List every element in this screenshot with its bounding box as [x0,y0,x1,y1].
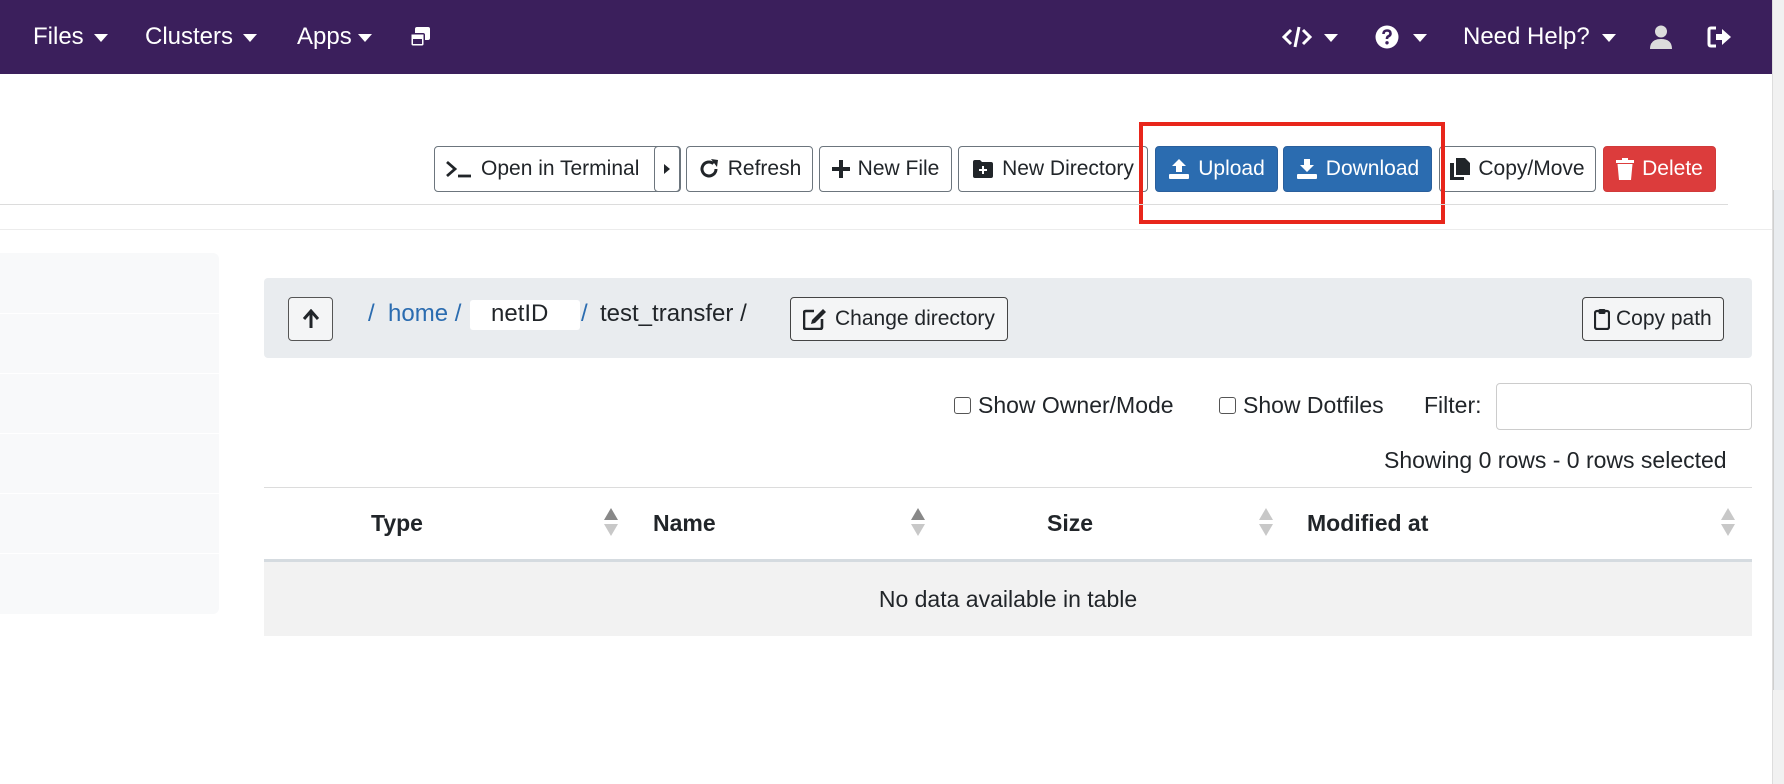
divider [0,204,1728,205]
breadcrumb-separator: / [581,300,588,327]
divider [0,433,219,434]
copy-icon [1450,158,1471,180]
delete-label: Delete [1642,157,1703,180]
new-directory-button[interactable]: New Directory [958,146,1148,192]
breadcrumb-home[interactable]: home / [388,300,461,328]
show-dotfiles-label: Show Dotfiles [1243,392,1384,418]
clipboard-icon [1594,309,1610,330]
caret-down-icon [357,34,372,42]
column-header-type[interactable]: Type [371,510,423,537]
terminal-dropdown-toggle[interactable] [654,146,680,192]
refresh-label: Refresh [727,157,802,180]
copy-path-label: Copy path [1616,307,1712,330]
open-in-terminal-label: Open in Terminal [481,157,640,180]
refresh-icon [700,159,718,178]
show-owner-mode-option[interactable]: Show Owner/Mode [954,392,1174,419]
scrollbar-band [1773,190,1784,690]
download-button[interactable]: Download [1283,146,1432,192]
sort-icon[interactable] [1259,508,1273,538]
trash-icon [1616,158,1635,180]
new-file-label: New File [857,157,940,180]
column-header-size[interactable]: Size [1047,510,1093,537]
nav-clusters-dropdown[interactable]: Clusters [145,0,258,74]
upload-icon [1169,159,1190,179]
plus-icon [831,160,850,178]
copy-path-button[interactable]: Copy path [1582,297,1724,341]
show-owner-mode-checkbox[interactable] [954,397,971,414]
delete-button[interactable]: Delete [1603,146,1716,192]
column-header-name[interactable]: Name [653,510,716,537]
caret-down-icon [93,34,108,42]
nav-files-dropdown[interactable]: Files [33,0,108,74]
divider [0,229,1772,230]
caret-down-icon [1324,34,1338,42]
column-header-modified[interactable]: Modified at [1307,510,1428,537]
filter-input[interactable] [1496,383,1752,430]
arrow-up-icon [302,309,319,328]
divider [0,373,219,374]
open-in-terminal-button[interactable]: Open in Terminal [434,146,681,192]
refresh-button[interactable]: Refresh [686,146,813,192]
code-icon [1282,25,1312,49]
sort-icon[interactable] [911,508,925,538]
copy-move-button[interactable]: Copy/Move [1439,146,1596,192]
download-label: Download [1325,157,1420,180]
folder-plus-icon [973,160,994,178]
favorites-sidebar [0,253,219,614]
show-owner-mode-label: Show Owner/Mode [978,392,1174,418]
nav-apps-dropdown[interactable]: Apps [297,0,372,74]
top-navbar: Files Clusters Apps Need Help? [0,0,1772,74]
upload-label: Upload [1198,157,1265,180]
breadcrumb-current: test_transfer / [600,300,747,327]
show-dotfiles-option[interactable]: Show Dotfiles [1219,392,1384,419]
terminal-icon [446,160,471,178]
page-scrollbar[interactable] [1772,0,1784,784]
rows-info: Showing 0 rows - 0 rows selected [1384,447,1727,473]
table-top-border [264,487,1752,488]
sort-icon[interactable] [604,508,618,538]
breadcrumb-root[interactable]: / [368,300,375,328]
download-icon [1296,159,1317,179]
new-file-button[interactable]: New File [819,146,952,192]
new-directory-label: New Directory [1002,157,1134,180]
edit-icon [803,309,826,330]
nav-clusters-label: Clusters [145,23,234,50]
user-icon[interactable] [1650,0,1672,74]
caret-right-icon [664,164,670,174]
sign-out-icon[interactable] [1707,0,1733,74]
change-directory-button[interactable]: Change directory [790,297,1008,341]
question-circle-icon [1375,25,1399,49]
divider [0,553,219,554]
nav-files-label: Files [33,23,84,50]
caret-down-icon [1413,34,1427,42]
windows-icon[interactable] [408,0,432,74]
breadcrumb-bar: / home / netID / test_transfer / Change … [264,278,1752,358]
empty-message: No data available in table [878,585,1138,612]
code-dropdown[interactable] [1282,0,1338,74]
need-help-dropdown[interactable]: Need Help? [1463,0,1616,74]
caret-down-icon [243,34,258,42]
divider [0,313,219,314]
filter-label: Filter: [1424,392,1482,418]
nav-apps-label: Apps [297,23,352,50]
go-up-button[interactable] [288,297,333,341]
sort-icon[interactable] [1721,508,1735,538]
need-help-label: Need Help? [1463,23,1590,50]
caret-down-icon [1601,34,1616,42]
show-dotfiles-checkbox[interactable] [1219,397,1236,414]
change-directory-label: Change directory [835,307,995,330]
breadcrumb-netid[interactable]: netID [491,300,548,328]
upload-button[interactable]: Upload [1155,146,1278,192]
divider [0,493,219,494]
table-empty-row: No data available in table [264,562,1752,636]
copy-move-label: Copy/Move [1478,157,1585,180]
help-dropdown[interactable] [1375,0,1427,74]
